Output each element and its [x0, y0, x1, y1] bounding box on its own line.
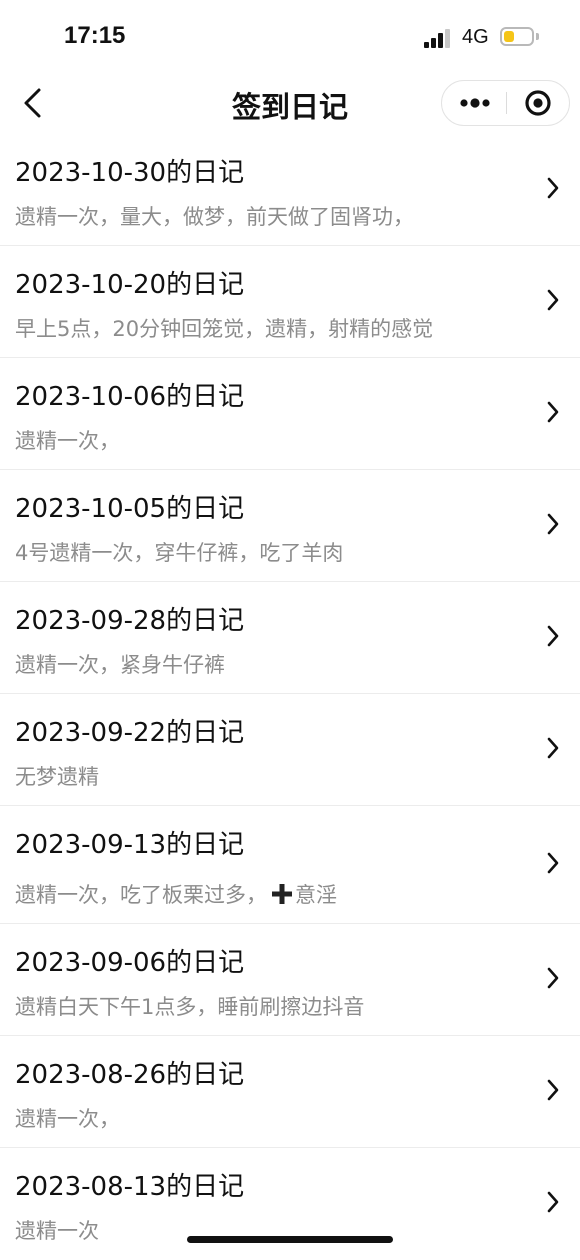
diary-entry-summary: 遗精白天下午1点多，睡前刷擦边抖音 — [15, 995, 365, 1019]
chevron-right-icon — [547, 513, 559, 535]
diary-entry[interactable]: 2023-09-06的日记 遗精白天下午1点多，睡前刷擦边抖音 — [0, 924, 580, 1036]
more-dots-icon — [460, 98, 490, 108]
chevron-right-icon — [547, 289, 559, 311]
battery-tip — [536, 33, 539, 40]
chevron-right-icon — [547, 1191, 559, 1213]
diary-entry-title: 2023-08-13的日记 — [15, 1172, 245, 1202]
status-time: 17:15 — [64, 22, 126, 49]
diary-entry-title: 2023-09-06的日记 — [15, 948, 245, 978]
diary-entry-title: 2023-10-06的日记 — [15, 382, 245, 412]
target-circle-icon — [525, 90, 551, 116]
chevron-right-icon — [547, 1079, 559, 1101]
diary-entry[interactable]: 2023-10-20的日记 早上5点，20分钟回笼觉，遗精，射精的感觉 — [0, 246, 580, 358]
diary-entry[interactable]: 2023-09-22的日记 无梦遗精 — [0, 694, 580, 806]
diary-entry[interactable]: 2023-10-06的日记 遗精一次， — [0, 358, 580, 470]
diary-entry[interactable]: 2023-09-13的日记 遗精一次，吃了板栗过多， 意淫 — [0, 806, 580, 924]
diary-entry-summary-suffix: 意淫 — [295, 883, 337, 907]
chevron-right-icon — [547, 401, 559, 423]
diary-entry[interactable]: 2023-08-26的日记 遗精一次， — [0, 1036, 580, 1148]
diary-entry[interactable]: 2023-08-13的日记 遗精一次 — [0, 1148, 580, 1260]
diary-entry[interactable]: 2023-10-05的日记 4号遗精一次，穿牛仔裤，吃了羊肉 — [0, 470, 580, 582]
diary-entry-summary: 遗精一次， — [15, 429, 120, 453]
diary-entry-summary-text: 遗精一次，吃了板栗过多， — [15, 883, 267, 907]
battery-icon — [500, 27, 534, 46]
signal-bar — [438, 33, 443, 48]
diary-entry-summary: 遗精一次，吃了板栗过多， 意淫 — [15, 879, 337, 909]
signal-bar — [445, 28, 450, 48]
chevron-right-icon — [547, 852, 559, 874]
signal-strength-icon — [424, 28, 454, 48]
diary-list: 2023-10-30的日记 遗精一次，量大，做梦，前天做了固肾功， 2023-1… — [0, 134, 580, 1260]
diary-entry[interactable]: 2023-09-28的日记 遗精一次，紧身牛仔裤 — [0, 582, 580, 694]
mini-program-capsule — [441, 80, 570, 126]
diary-entry-summary: 4号遗精一次，穿牛仔裤，吃了羊肉 — [15, 541, 344, 565]
status-bar: 17:15 4G — [0, 0, 580, 72]
diary-entry-title: 2023-10-20的日记 — [15, 270, 245, 300]
diary-entry-summary: 无梦遗精 — [15, 765, 99, 789]
nav-bar: 签到日记 — [0, 72, 580, 134]
plus-icon — [272, 884, 292, 904]
diary-entry-title: 2023-08-26的日记 — [15, 1060, 245, 1090]
chevron-right-icon — [547, 177, 559, 199]
more-button[interactable] — [442, 81, 506, 125]
chevron-right-icon — [547, 625, 559, 647]
network-type: 4G — [462, 26, 489, 48]
signal-bar — [431, 37, 436, 48]
diary-entry-summary: 遗精一次，紧身牛仔裤 — [15, 653, 225, 677]
close-mini-program-button[interactable] — [507, 81, 569, 125]
diary-entry-summary: 遗精一次， — [15, 1107, 120, 1131]
signal-bar — [424, 42, 429, 48]
diary-entry-title: 2023-09-13的日记 — [15, 830, 245, 860]
diary-entry-summary: 遗精一次，量大，做梦，前天做了固肾功， — [15, 205, 414, 229]
home-indicator[interactable] — [187, 1236, 393, 1243]
diary-entry-summary: 遗精一次 — [15, 1219, 99, 1243]
diary-entry-title: 2023-10-05的日记 — [15, 494, 245, 524]
diary-entry-summary: 早上5点，20分钟回笼觉，遗精，射精的感觉 — [15, 317, 434, 341]
chevron-right-icon — [547, 737, 559, 759]
diary-entry-title: 2023-09-28的日记 — [15, 606, 245, 636]
diary-entry-title: 2023-10-30的日记 — [15, 158, 245, 188]
chevron-right-icon — [547, 967, 559, 989]
diary-entry[interactable]: 2023-10-30的日记 遗精一次，量大，做梦，前天做了固肾功， — [0, 134, 580, 246]
battery-level — [504, 31, 514, 42]
diary-entry-title: 2023-09-22的日记 — [15, 718, 245, 748]
